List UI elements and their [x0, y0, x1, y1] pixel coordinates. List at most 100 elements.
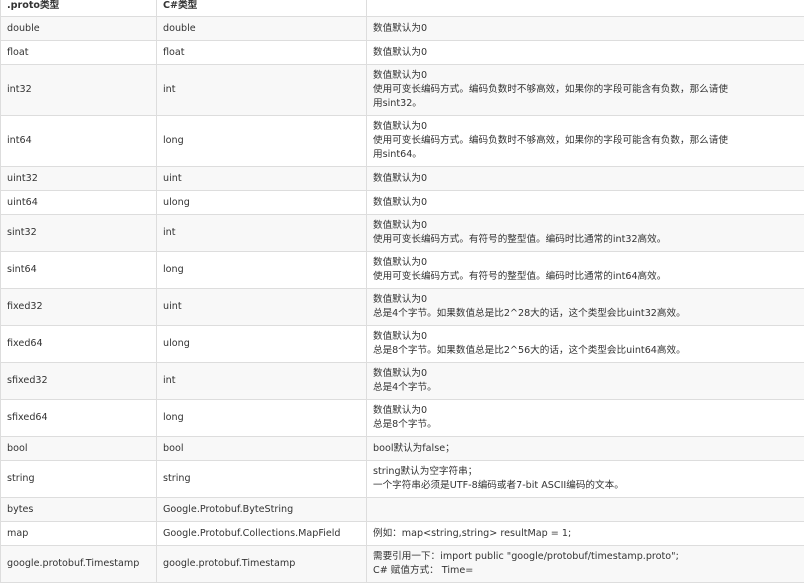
header-row: .proto类型 C#类型 [0, 0, 804, 17]
cell-notes: 数值默认为0 使用可变长编码方式。编码负数时不够高效，如果你的字段可能含有负数，那… [366, 64, 804, 116]
note-line: 数值默认为0 [373, 172, 428, 184]
cell-csharp-type: ulong [156, 325, 367, 363]
note-line: 数值默认为0 [373, 22, 428, 34]
cell-notes: 数值默认为0 总是8个字节。 [366, 399, 804, 437]
note-line: 数值默认为0 [373, 294, 428, 305]
cell-notes: 数值默认为0 [366, 166, 804, 191]
table-row: float float 数值默认为0 [0, 40, 804, 65]
cell-notes: 数值默认为0 总是4个字节。如果数值总是比2^28大的话，这个类型会比uint32… [366, 288, 804, 326]
cell-proto-type: bool [0, 436, 157, 461]
note-line: 数值默认为0 [373, 196, 428, 208]
note-line: 一个字符串必须是UTF-8编码或者7-bit ASCII编码的文本。 [373, 480, 624, 491]
note-line: 数值默认为0 [373, 405, 428, 416]
cell-notes: 数值默认为0 [366, 40, 804, 65]
note-line: 需要引用一下：import public "google/protobuf/ti… [373, 551, 679, 562]
cell-notes: 数值默认为0 [366, 16, 804, 41]
cell-proto-type: sfixed64 [0, 399, 157, 437]
note-line: 使用可变长编码方式。编码负数时不够高效，如果你的字段可能含有负数，那么请使 [373, 135, 728, 146]
note-line: 数值默认为0 [373, 257, 428, 268]
cell-notes: 例如：map<string,string> resultMap = 1; [366, 521, 804, 546]
table-row: sfixed64 long 数值默认为0 总是8个字节。 [0, 399, 804, 437]
cell-csharp-type: bool [156, 436, 367, 461]
cell-notes: string默认为空字符串； 一个字符串必须是UTF-8编码或者7-bit ASC… [366, 460, 804, 498]
cell-notes: 数值默认为0 使用可变长编码方式。编码负数时不够高效，如果你的字段可能含有负数，那… [366, 115, 804, 167]
table-row: map Google.Protobuf.Collections.MapField 例… [0, 521, 804, 546]
note-line: 总是8个字节。 [373, 419, 437, 430]
note-line: 数值默认为0 [373, 331, 428, 342]
cell-csharp-type: google.protobuf.Timestamp [156, 545, 367, 583]
cell-proto-type: uint64 [0, 190, 157, 215]
note-line: 总是4个字节。 [373, 382, 437, 393]
table-body: double double 数值默认为0 float float 数值默认为0 int32 i… [0, 16, 804, 583]
cell-proto-type: google.protobuf.Timestamp [0, 545, 157, 583]
cell-csharp-type: uint [156, 166, 367, 191]
cell-csharp-type: Google.Protobuf.ByteString [156, 497, 367, 522]
note-line: 使用可变长编码方式。有符号的整型值。编码时比通常的int32高效。 [373, 234, 667, 245]
cell-csharp-type: long [156, 399, 367, 437]
cell-csharp-type: float [156, 40, 367, 65]
cell-proto-type: uint32 [0, 166, 157, 191]
table-row: uint64 ulong 数值默认为0 [0, 190, 804, 215]
table-header: .proto类型 C#类型 [0, 0, 804, 17]
table-row: bytes Google.Protobuf.ByteString [0, 497, 804, 522]
cell-proto-type: int32 [0, 64, 157, 116]
cell-csharp-type: long [156, 115, 367, 167]
cell-csharp-type: ulong [156, 190, 367, 215]
cell-csharp-type: uint [156, 288, 367, 326]
note-line: 数值默认为0 [373, 70, 428, 81]
header-notes [366, 0, 804, 17]
note-line: 数值默认为0 [373, 220, 428, 231]
cell-proto-type: fixed64 [0, 325, 157, 363]
cell-notes: 数值默认为0 使用可变长编码方式。有符号的整型值。编码时比通常的int32高效。 [366, 214, 804, 252]
note-line: bool默认为false； [373, 442, 455, 454]
cell-proto-type: int64 [0, 115, 157, 167]
proto-type-table-page: .proto类型 C#类型 double double 数值默认为0 float flo… [0, 0, 804, 583]
proto-type-table: .proto类型 C#类型 double double 数值默认为0 float flo… [0, 0, 804, 583]
cell-notes: 数值默认为0 总是4个字节。 [366, 362, 804, 400]
header-csharp-type: C#类型 [156, 0, 367, 17]
cell-notes: 数值默认为0 使用可变长编码方式。有符号的整型值。编码时比通常的int64高效。 [366, 251, 804, 289]
cell-csharp-type: int [156, 362, 367, 400]
cell-csharp-type: Google.Protobuf.Collections.MapField [156, 521, 367, 546]
note-line: string默认为空字符串； [373, 466, 478, 477]
table-row: double double 数值默认为0 [0, 16, 804, 41]
note-line: 数值默认为0 [373, 368, 428, 379]
table-row: sint64 long 数值默认为0 使用可变长编码方式。有符号的整型值。编码时比通常… [0, 251, 804, 289]
header-proto-type: .proto类型 [0, 0, 157, 17]
note-line: 总是4个字节。如果数值总是比2^28大的话，这个类型会比uint32高效。 [373, 308, 686, 319]
note-line: 例如：map<string,string> resultMap = 1; [373, 527, 572, 539]
table-row: uint32 uint 数值默认为0 [0, 166, 804, 191]
cell-notes: bool默认为false； [366, 436, 804, 461]
cell-proto-type: sfixed32 [0, 362, 157, 400]
cell-proto-type: double [0, 16, 157, 41]
note-line: 使用可变长编码方式。有符号的整型值。编码时比通常的int64高效。 [373, 271, 667, 282]
cell-csharp-type: double [156, 16, 367, 41]
cell-proto-type: sint64 [0, 251, 157, 289]
cell-proto-type: float [0, 40, 157, 65]
note-line: 总是8个字节。如果数值总是比2^56大的话，这个类型会比uint64高效。 [373, 345, 686, 356]
table-row: sint32 int 数值默认为0 使用可变长编码方式。有符号的整型值。编码时比通常的… [0, 214, 804, 252]
cell-proto-type: sint32 [0, 214, 157, 252]
cell-notes: 数值默认为0 总是8个字节。如果数值总是比2^56大的话，这个类型会比uint64… [366, 325, 804, 363]
table-row: fixed64 ulong 数值默认为0 总是8个字节。如果数值总是比2^56大的话，… [0, 325, 804, 363]
note-line: C# 赋值方式： Time= [373, 565, 474, 576]
cell-proto-type: fixed32 [0, 288, 157, 326]
table-row: int64 long 数值默认为0 使用可变长编码方式。编码负数时不够高效，如果你的字… [0, 115, 804, 167]
cell-proto-type: bytes [0, 497, 157, 522]
cell-proto-type: string [0, 460, 157, 498]
table-row: int32 int 数值默认为0 使用可变长编码方式。编码负数时不够高效，如果你的字段… [0, 64, 804, 116]
cell-notes: 需要引用一下：import public "google/protobuf/ti… [366, 545, 804, 583]
note-line: 使用可变长编码方式。编码负数时不够高效，如果你的字段可能含有负数，那么请使 [373, 84, 728, 95]
table-row: google.protobuf.Timestamp google.protobuf… [0, 545, 804, 583]
table-row: sfixed32 int 数值默认为0 总是4个字节。 [0, 362, 804, 400]
note-line: 数值默认为0 [373, 121, 428, 132]
cell-proto-type: map [0, 521, 157, 546]
note-line: 数值默认为0 [373, 46, 428, 58]
table-row: fixed32 uint 数值默认为0 总是4个字节。如果数值总是比2^28大的话，这… [0, 288, 804, 326]
note-line: 用sint64。 [373, 149, 422, 160]
cell-csharp-type: string [156, 460, 367, 498]
cell-csharp-type: long [156, 251, 367, 289]
cell-csharp-type: int [156, 64, 367, 116]
table-row: string string string默认为空字符串； 一个字符串必须是UTF-8编… [0, 460, 804, 498]
cell-notes [366, 497, 804, 522]
